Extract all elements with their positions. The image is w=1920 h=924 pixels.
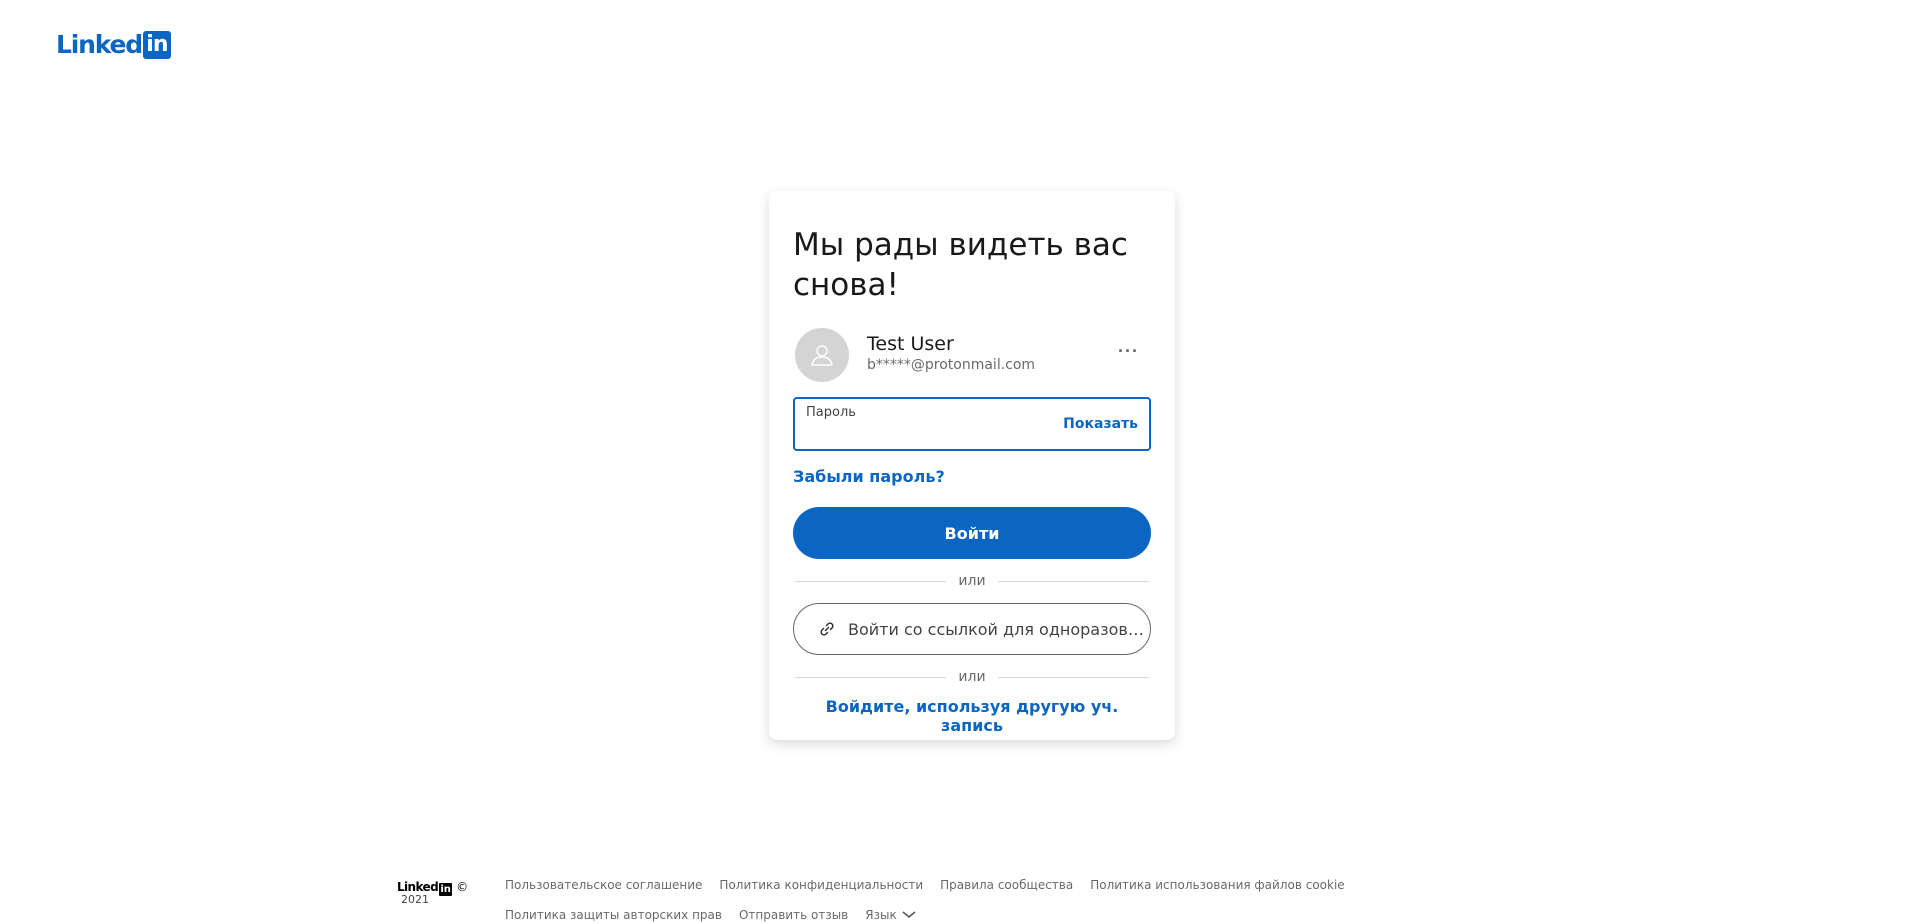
link-icon [818, 620, 836, 638]
divider-line [795, 676, 947, 678]
chevron-down-icon [902, 911, 916, 918]
logo-wordmark: Linked [56, 30, 143, 59]
linkedin-logo[interactable]: Linked in [56, 30, 171, 60]
footer-link-privacy-policy[interactable]: Политика конфиденциальности [719, 876, 923, 894]
or-label: или [958, 573, 986, 589]
footer: Linked in © 2021 Пользовательское соглашен… [397, 876, 1547, 924]
more-options-icon[interactable]: ··· [1118, 341, 1139, 361]
divider-line [997, 580, 1149, 582]
show-password-button[interactable]: Показать [1063, 416, 1138, 432]
profile-name: Test User [867, 333, 954, 355]
or-divider: или [795, 571, 1149, 591]
user-silhouette-icon [811, 345, 833, 366]
footer-copyright: © [456, 880, 469, 894]
footer-link-send-feedback[interactable]: Отправить отзыв [739, 906, 848, 924]
or-label: или [958, 669, 986, 685]
or-divider: или [795, 667, 1149, 687]
avatar [795, 328, 849, 382]
divider-line [997, 676, 1149, 678]
divider-line [795, 580, 947, 582]
footer-logo-in-box: in [439, 883, 453, 896]
logo-in-box: in [142, 31, 171, 59]
signin-button[interactable]: Войти [793, 507, 1151, 559]
footer-year: 2021 [401, 893, 429, 906]
password-label: Пароль [806, 405, 856, 420]
footer-links: Пользовательское соглашение Политика кон… [505, 876, 1505, 924]
footer-link-copyright-policy[interactable]: Политика защиты авторских прав [505, 906, 722, 924]
language-selector[interactable]: Язык [865, 906, 916, 924]
language-label: Язык [865, 908, 897, 922]
magic-link-label: Войти со ссылкой для одноразового входа [848, 619, 1144, 639]
footer-link-cookie-policy[interactable]: Политика использования файлов cookie [1090, 876, 1344, 894]
footer-link-user-agreement[interactable]: Пользовательское соглашение [505, 876, 702, 894]
page-title: Мы рады видеть вас снова! [793, 227, 1128, 303]
profile-email: b*****@protonmail.com [867, 357, 1036, 373]
other-account-link[interactable]: Войдите, используя другую уч. запись [793, 697, 1151, 735]
password-input[interactable] [805, 423, 1069, 445]
footer-link-community-guidelines[interactable]: Правила сообщества [940, 876, 1073, 894]
footer-logo-wordmark: Linked [397, 880, 439, 894]
remembered-profile: Test User b*****@protonmail.com ··· [793, 327, 1151, 383]
forgot-password-link[interactable]: Забыли пароль? [793, 467, 945, 487]
password-field[interactable]: Пароль Показать [793, 397, 1151, 451]
signin-card: Мы рады видеть вас снова! Test User b***… [769, 191, 1175, 740]
magic-link-signin-button[interactable]: Войти со ссылкой для одноразового входа [793, 603, 1151, 655]
